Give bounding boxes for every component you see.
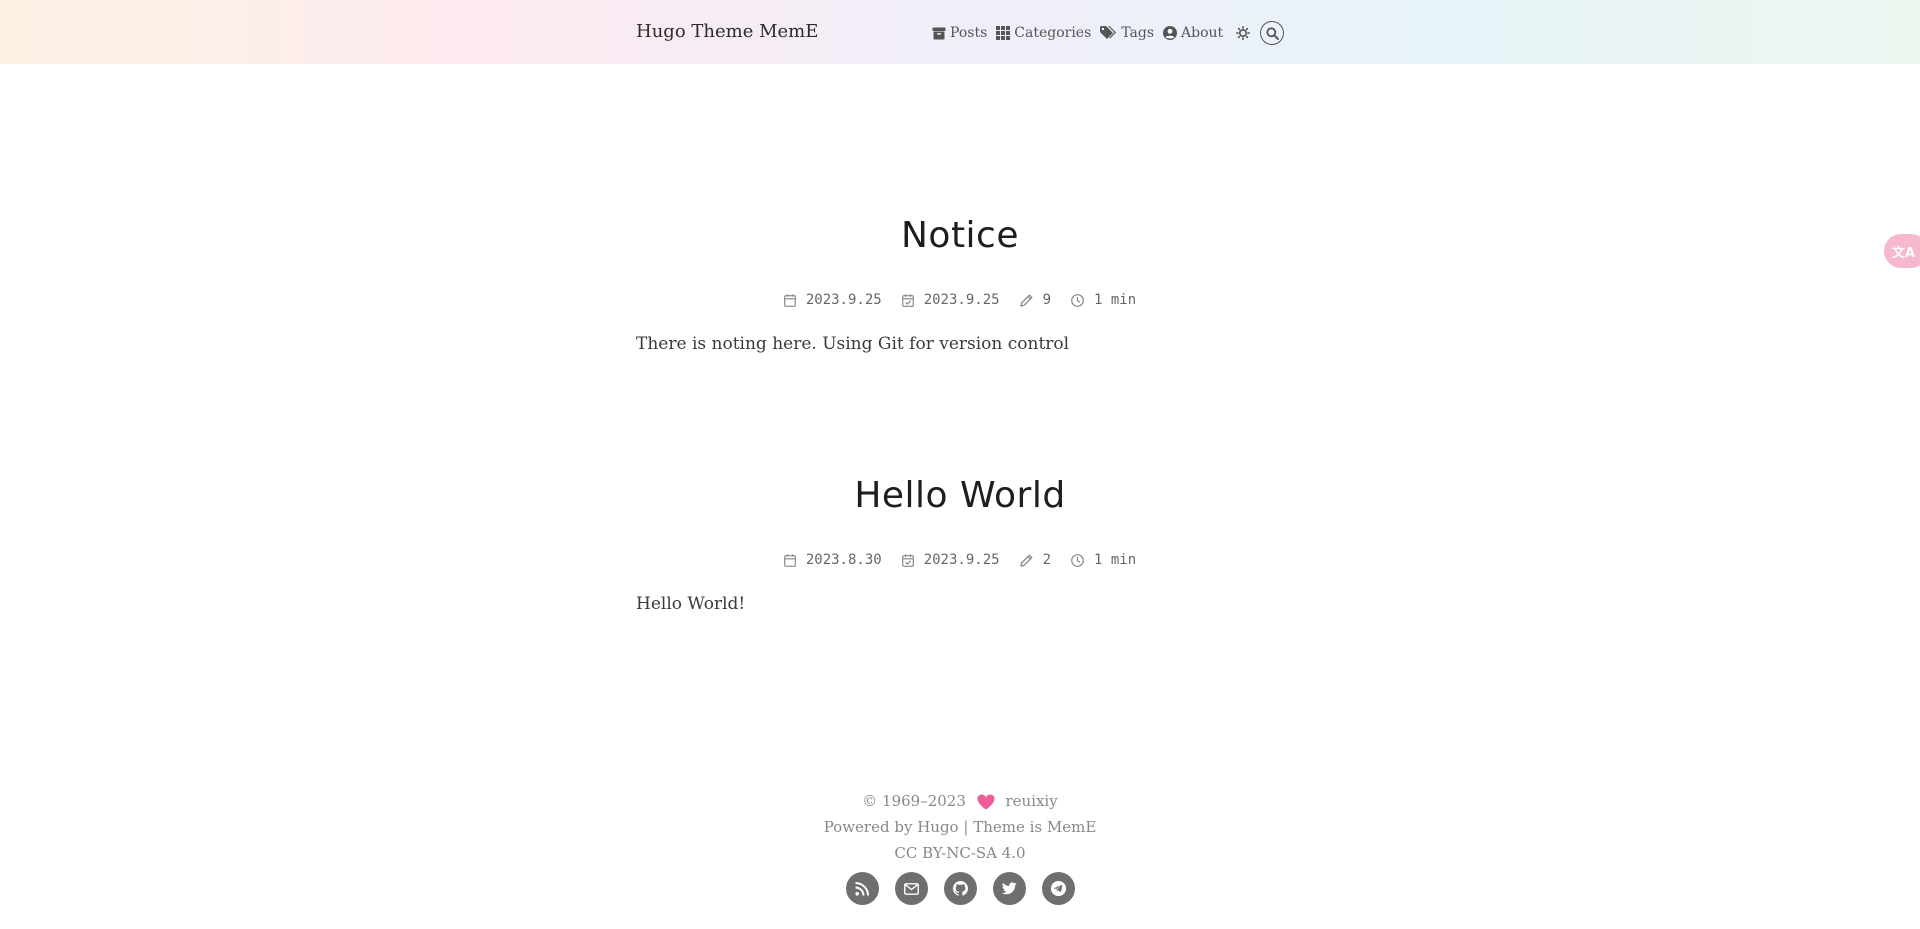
updated-date: 2023.9.25	[901, 552, 1000, 568]
nav-item-about[interactable]: About	[1163, 25, 1223, 41]
nav-label-tags: Tags	[1121, 25, 1155, 41]
site-footer: © 1969–2023 reuixiy Powered by Hugo | Th…	[0, 788, 1920, 905]
calendar-check-icon	[901, 553, 914, 567]
pencil-icon	[1019, 554, 1033, 567]
email-icon	[903, 882, 919, 895]
search-button[interactable]	[1260, 21, 1285, 45]
rss-button[interactable]	[845, 872, 879, 905]
calendar-icon	[783, 293, 796, 307]
grid-icon	[996, 26, 1011, 40]
author-link[interactable]: reuixiy	[1005, 792, 1057, 810]
word-count-text: 9	[1042, 292, 1051, 308]
published-date: 2023.9.25	[783, 292, 882, 308]
translate-icon: 文A	[1892, 245, 1916, 261]
clock-icon	[1071, 293, 1084, 307]
post-meta: 2023.8.30 2023.9.25 2 1 min	[636, 552, 1284, 568]
email-button[interactable]	[894, 872, 928, 905]
nav-item-categories[interactable]: Categories	[996, 25, 1091, 41]
telegram-icon	[1050, 880, 1066, 897]
published-date: 2023.8.30	[783, 552, 882, 568]
updated-date-text: 2023.9.25	[923, 552, 1000, 568]
rss-icon	[855, 881, 869, 896]
nav-label-posts: Posts	[950, 25, 988, 41]
nav-item-tags[interactable]: Tags	[1100, 25, 1154, 41]
telegram-button[interactable]	[1041, 872, 1075, 905]
social-links	[0, 872, 1920, 905]
license-line: CC BY-NC-SA 4.0	[0, 840, 1920, 866]
theme-link[interactable]: MemE	[1047, 818, 1096, 836]
site-header: Hugo Theme MemE Posts Categories Tags Ab…	[0, 0, 1920, 64]
clock-icon	[1071, 553, 1084, 567]
license-link[interactable]: CC BY-NC-SA 4.0	[894, 844, 1025, 862]
word-count-text: 2	[1042, 552, 1051, 568]
updated-date: 2023.9.25	[901, 292, 1000, 308]
powered-by-line: Powered by Hugo | Theme is MemE	[0, 814, 1920, 840]
heart-icon	[977, 794, 995, 810]
post-summary: There is noting here. Using Git for vers…	[636, 334, 1070, 354]
post-item: Hello World 2023.8.30 2023.9.25 2 1 min …	[636, 475, 1284, 614]
published-date-text: 2023.9.25	[805, 292, 882, 308]
reading-time-text: 1 min	[1094, 292, 1137, 308]
reading-time-text: 1 min	[1094, 552, 1137, 568]
post-title[interactable]: Notice	[636, 215, 1284, 256]
sun-icon	[1236, 26, 1251, 40]
word-count: 9	[1019, 292, 1051, 308]
post-meta: 2023.9.25 2023.9.25 9 1 min	[636, 292, 1284, 308]
search-icon	[1266, 26, 1279, 40]
calendar-icon	[783, 553, 796, 567]
reading-time: 1 min	[1071, 292, 1136, 308]
post-summary: Hello World!	[636, 594, 746, 614]
word-count: 2	[1019, 552, 1051, 568]
main-nav: Posts Categories Tags About	[932, 21, 1285, 45]
theme-toggle-button[interactable]	[1236, 26, 1251, 40]
post-item: Notice 2023.9.25 2023.9.25 9 1 min There…	[636, 215, 1284, 354]
hugo-link[interactable]: Hugo	[917, 818, 958, 836]
nav-label-about: About	[1181, 25, 1224, 41]
site-brand[interactable]: Hugo Theme MemE	[636, 21, 818, 42]
github-button[interactable]	[943, 872, 977, 905]
twitter-icon	[1001, 882, 1017, 895]
copyright-line: © 1969–2023 reuixiy	[0, 788, 1920, 814]
tags-icon	[1100, 26, 1117, 39]
pencil-icon	[1019, 294, 1033, 307]
published-date-text: 2023.8.30	[805, 552, 882, 568]
nav-label-categories: Categories	[1014, 25, 1092, 41]
calendar-check-icon	[901, 293, 914, 307]
theme-prefix: Theme is	[973, 818, 1043, 836]
powered-prefix: Powered by	[823, 818, 913, 836]
twitter-button[interactable]	[992, 872, 1026, 905]
archive-icon	[932, 27, 946, 39]
nav-item-posts[interactable]: Posts	[932, 25, 987, 41]
translate-button[interactable]: 文A	[1884, 234, 1920, 268]
updated-date-text: 2023.9.25	[923, 292, 1000, 308]
separator: |	[963, 818, 969, 836]
post-title[interactable]: Hello World	[636, 475, 1284, 516]
copyright-text: © 1969–2023	[862, 792, 966, 810]
github-icon	[952, 881, 968, 896]
reading-time: 1 min	[1071, 552, 1136, 568]
user-circle-icon	[1163, 26, 1178, 40]
